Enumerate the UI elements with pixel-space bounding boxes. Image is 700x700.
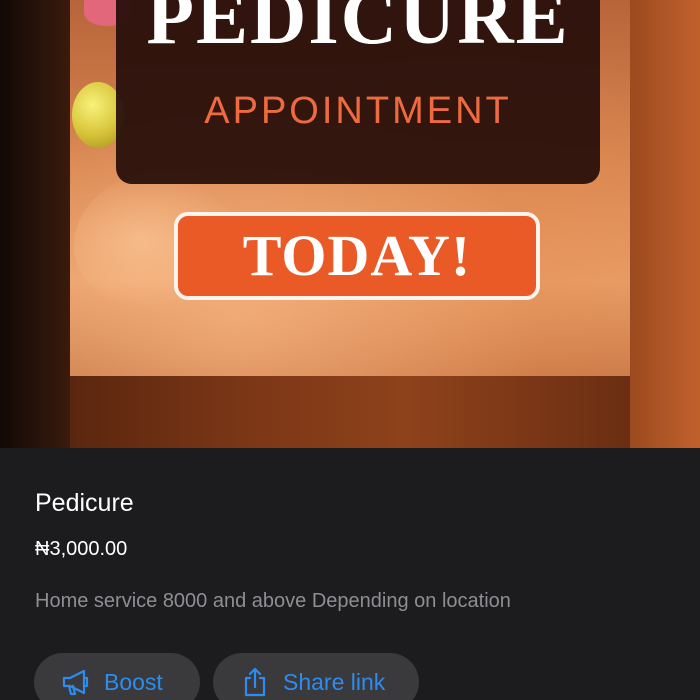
- product-description: Home service 8000 and above Depending on…: [35, 590, 511, 612]
- product-image[interactable]: PEDICURE APPOINTMENT TODAY!: [0, 0, 700, 448]
- product-detail-screen: PEDICURE APPOINTMENT TODAY! Pedicure ₦3,…: [0, 0, 700, 700]
- megaphone-icon: [60, 666, 92, 698]
- share-link-button[interactable]: Share link: [213, 653, 419, 700]
- share-link-button-label: Share link: [283, 668, 386, 695]
- banner-subheadline: APPOINTMENT: [204, 90, 512, 132]
- banner-headline: PEDICURE: [146, 0, 570, 60]
- share-icon: [239, 666, 271, 698]
- banner-today-badge: TODAY!: [174, 212, 540, 300]
- image-blur-left: [0, 0, 70, 448]
- product-details: Pedicure ₦3,000.00 Home service 8000 and…: [0, 448, 700, 700]
- image-blur-right: [630, 0, 700, 448]
- image-lower-band: [70, 376, 630, 448]
- product-price: ₦3,000.00: [35, 538, 128, 560]
- boost-button-label: Boost: [104, 668, 163, 695]
- boost-button[interactable]: Boost: [34, 653, 200, 700]
- product-name: Pedicure: [35, 489, 134, 517]
